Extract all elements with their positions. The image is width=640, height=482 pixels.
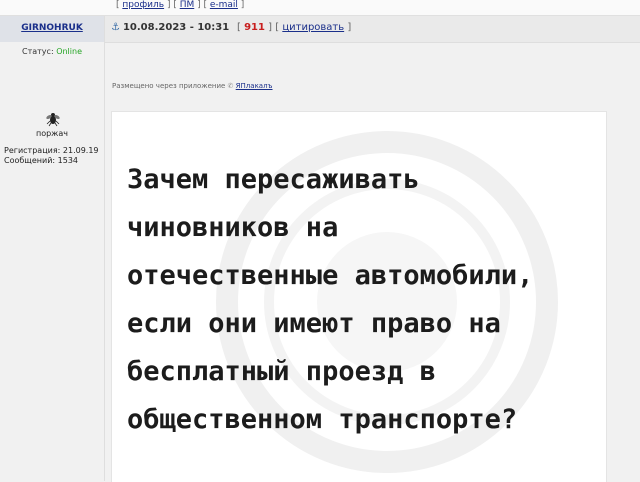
email-link[interactable]: e-mail	[210, 0, 238, 10]
status-value: Online	[56, 47, 82, 56]
top-links-bar: [ профиль ] [ ПМ ] [ e-mail ]	[0, 0, 640, 16]
message-count: Сообщений: 1534	[4, 156, 78, 165]
profile-links: [ профиль ] [ ПМ ] [ e-mail ]	[116, 0, 245, 10]
pm-link[interactable]: ПМ	[180, 0, 195, 10]
status-label: Статус:	[22, 47, 54, 56]
phone-icon: ✆	[227, 82, 234, 90]
author-name[interactable]: GIRNOHRUK	[0, 23, 104, 33]
post-datetime: 10.08.2023 - 10:31	[122, 22, 230, 33]
app-link[interactable]: ЯПлакалъ	[236, 82, 273, 90]
rating-badge[interactable]: 911	[244, 22, 265, 33]
posted-via: Размещено через приложение ✆ ЯПлакалъ	[112, 82, 273, 90]
post-date: ⚓ 10.08.2023 - 10:31	[111, 22, 229, 33]
registration-date: Регистрация: 21.09.19	[4, 146, 99, 155]
avatar[interactable]	[44, 110, 62, 128]
post-actions: [ 911 ] [ цитировать ]	[237, 22, 352, 33]
user-rank: поржач	[35, 129, 69, 138]
meme-caption: Зачем пересаживать чиновников на отечест…	[127, 164, 534, 435]
meme-image[interactable]: Зачем пересаживать чиновников на отечест…	[111, 111, 607, 482]
author-status: Статус: Online	[0, 47, 104, 56]
quote-link[interactable]: цитировать	[282, 22, 344, 33]
post-header: ⚓ 10.08.2023 - 10:31 [ 911 ] [ цитировать…	[105, 16, 640, 43]
via-prefix: Размещено через приложение	[112, 82, 226, 90]
author-name-bar: GIRNOHRUK	[0, 16, 104, 42]
author-stats: Регистрация: 21.09.19 Сообщений: 1534	[4, 146, 99, 166]
fly-avatar-icon	[46, 113, 60, 127]
author-panel: GIRNOHRUK Статус: Online поржач Регистра…	[0, 16, 105, 481]
anchor-icon[interactable]: ⚓	[111, 22, 120, 33]
profile-link[interactable]: профиль	[122, 0, 164, 10]
